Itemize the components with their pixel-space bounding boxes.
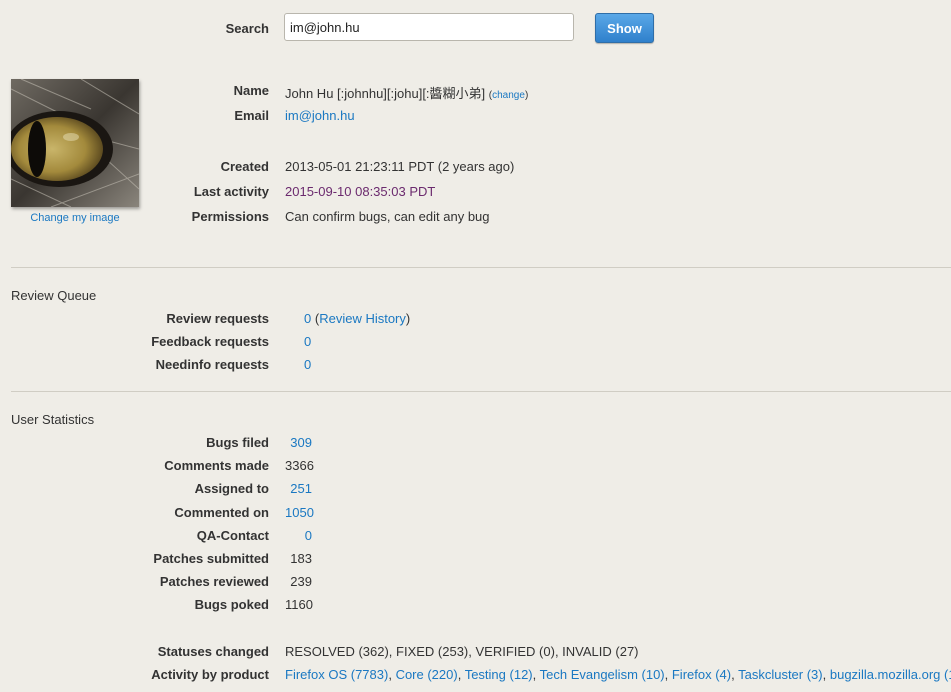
stat-value: 183: [290, 551, 312, 566]
needinfo-requests-label: Needinfo requests: [155, 357, 269, 372]
show-button[interactable]: Show: [595, 13, 654, 43]
name-value: John Hu [:johnhu][:johu][:醬糊小弟] (change): [285, 83, 528, 102]
product-link[interactable]: bugzilla.mozilla.org (1): [830, 667, 951, 682]
stat-value-link[interactable]: 1050: [285, 505, 314, 520]
product-separator: ,: [388, 667, 396, 682]
product-link[interactable]: Firefox (4): [672, 667, 731, 682]
search-label: Search: [225, 21, 269, 36]
stat-value-link[interactable]: 0: [285, 528, 312, 543]
stat-label: Assigned to: [194, 481, 269, 496]
stat-label: Bugs poked: [194, 597, 269, 612]
stat-value-link[interactable]: 251: [285, 481, 312, 496]
email-link[interactable]: im@john.hu: [285, 108, 355, 123]
permissions-label: Permissions: [191, 209, 269, 224]
product-link[interactable]: Core (220): [396, 667, 458, 682]
needinfo-requests-count[interactable]: 0: [304, 357, 311, 372]
change-name-link[interactable]: change: [492, 90, 525, 101]
review-requests-value: 0 (Review History): [304, 311, 410, 326]
stat-value: 1160: [285, 597, 313, 612]
feedback-requests-label: Feedback requests: [151, 334, 269, 349]
permissions-value: Can confirm bugs, can edit any bug: [285, 209, 490, 224]
stat-label: Patches reviewed: [159, 574, 269, 589]
statuses-changed-value: RESOLVED (362), FIXED (253), VERIFIED (0…: [285, 644, 639, 659]
stat-label: QA-Contact: [196, 528, 269, 543]
activity-by-product-label: Activity by product: [151, 667, 269, 682]
name-text: John Hu [:johnhu][:johu][:醬糊小弟]: [285, 86, 486, 101]
product-link[interactable]: Tech Evangelism (10): [540, 667, 665, 682]
product-link[interactable]: Testing (12): [465, 667, 533, 682]
stat-value: 3366: [285, 458, 314, 473]
stat-label: Commented on: [174, 505, 269, 520]
statuses-changed-label: Statuses changed: [157, 644, 269, 659]
stat-value-link[interactable]: 309: [285, 435, 312, 450]
review-history-close: ): [405, 311, 411, 326]
product-separator: ,: [457, 667, 465, 682]
feedback-requests-count[interactable]: 0: [304, 334, 311, 349]
user-statistics-title: User Statistics: [11, 412, 95, 427]
stat-label: Bugs filed: [206, 435, 269, 450]
review-history-link[interactable]: Review History: [319, 311, 406, 326]
product-separator: ,: [822, 667, 830, 682]
review-requests-count[interactable]: 0: [304, 311, 311, 326]
created-value: 2013-05-01 21:23:11 PDT (2 years ago): [285, 159, 515, 174]
review-requests-label: Review requests: [166, 311, 269, 326]
divider: [11, 267, 951, 268]
activity-by-product-list: Firefox OS (7783), Core (220), Testing (…: [285, 667, 951, 682]
name-label: Name: [233, 83, 269, 98]
created-label: Created: [220, 159, 269, 174]
email-label: Email: [234, 108, 269, 123]
review-queue-title: Review Queue: [11, 288, 97, 303]
last-activity-label: Last activity: [193, 184, 269, 199]
change-paren-close: ): [524, 90, 529, 101]
product-separator: ,: [664, 667, 672, 682]
stat-value: 239: [290, 574, 312, 589]
product-link[interactable]: Firefox OS (7783): [285, 667, 388, 682]
search-input[interactable]: [284, 13, 574, 41]
stat-label: Patches submitted: [153, 551, 269, 566]
last-activity-link[interactable]: 2015-09-10 08:35:03 PDT: [285, 184, 435, 199]
product-link[interactable]: Taskcluster (3): [738, 667, 823, 682]
stat-label: Comments made: [164, 458, 269, 473]
divider: [11, 391, 951, 392]
product-separator: ,: [532, 667, 540, 682]
